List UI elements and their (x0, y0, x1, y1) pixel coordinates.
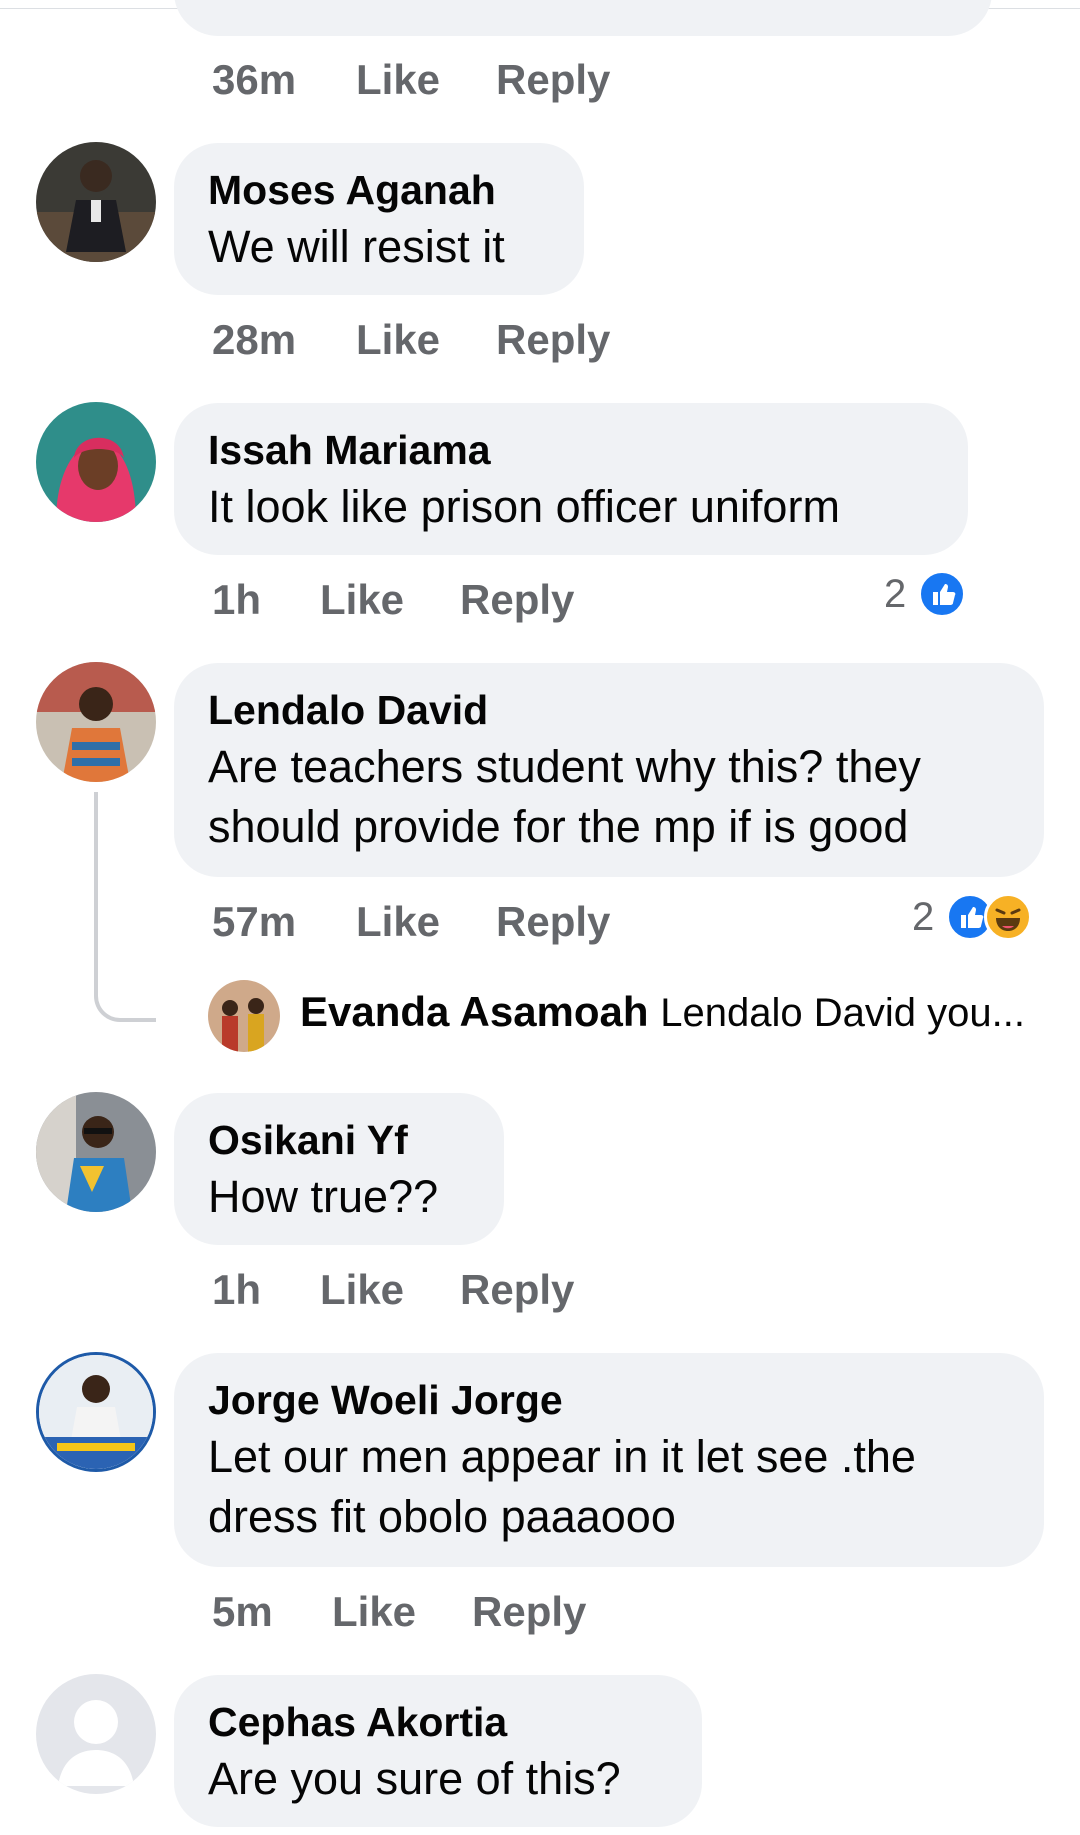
reply-button[interactable]: Reply (496, 56, 610, 104)
comment-time[interactable]: 28m (212, 316, 296, 364)
comment-time[interactable]: 57m (212, 898, 296, 946)
comment-author[interactable]: Issah Mariama (208, 425, 934, 475)
comment-time[interactable]: 1h (212, 1266, 261, 1314)
comment-text: Are you sure of this? (208, 1753, 621, 1804)
reply-preview[interactable]: Evanda Asamoah Lendalo David you... (208, 980, 1025, 1058)
comment-time[interactable]: 5m (212, 1588, 273, 1636)
comment-text: Are teachers student why this? they shou… (208, 741, 921, 852)
reaction-count: 2 (912, 895, 935, 939)
comment-bubble[interactable]: Moses Aganah We will resist it (174, 143, 584, 295)
comment-actions: 28m Like Reply (212, 316, 712, 376)
comment-author[interactable]: Cephas Akortia (208, 1697, 668, 1747)
reply-thread-line (94, 792, 156, 1022)
like-button[interactable]: Like (356, 898, 440, 946)
comment-bubble[interactable]: Issah Mariama It look like prison office… (174, 403, 968, 555)
avatar[interactable] (36, 402, 156, 522)
reply-button[interactable]: Reply (496, 898, 610, 946)
comment-author[interactable]: Osikani Yf (208, 1115, 470, 1165)
comment-bubble[interactable]: Cephas Akortia Are you sure of this? (174, 1675, 702, 1827)
comment-bubble-partial[interactable] (174, 0, 992, 36)
reply-snippet: Lendalo David you... (660, 991, 1025, 1035)
comment-actions: 1h Like Reply (212, 576, 712, 636)
comment-actions: 5m Like Reply (212, 1588, 712, 1648)
like-button[interactable]: Like (320, 576, 404, 624)
like-reaction-icon (918, 570, 966, 618)
comment-actions: 36m Like Reply (212, 56, 712, 116)
like-button[interactable]: Like (356, 56, 440, 104)
reaction-summary[interactable]: 2 (880, 570, 980, 622)
comment-text: Let our men appear in it let see .the dr… (208, 1431, 916, 1542)
like-button[interactable]: Like (356, 316, 440, 364)
comment-text: We will resist it (208, 221, 505, 272)
avatar[interactable] (208, 980, 280, 1052)
reaction-count: 2 (884, 572, 907, 616)
reply-button[interactable]: Reply (472, 1588, 586, 1636)
comment-text: How true?? (208, 1171, 439, 1222)
avatar[interactable] (36, 662, 156, 782)
comment-bubble[interactable]: Jorge Woeli Jorge Let our men appear in … (174, 1353, 1044, 1567)
comment-text: It look like prison officer uniform (208, 481, 840, 532)
comment-author[interactable]: Jorge Woeli Jorge (208, 1375, 1010, 1425)
comment-bubble[interactable]: Lendalo David Are teachers student why t… (174, 663, 1044, 877)
avatar[interactable] (36, 142, 156, 262)
comment-author[interactable]: Moses Aganah (208, 165, 550, 215)
reaction-summary[interactable]: 2 (910, 893, 1050, 945)
reply-button[interactable]: Reply (496, 316, 610, 364)
reply-button[interactable]: Reply (460, 1266, 574, 1314)
comment-time[interactable]: 1h (212, 576, 261, 624)
default-avatar-icon[interactable] (36, 1674, 156, 1794)
avatar[interactable] (36, 1352, 156, 1472)
like-button[interactable]: Like (320, 1266, 404, 1314)
comment-author[interactable]: Lendalo David (208, 685, 1010, 735)
like-button[interactable]: Like (332, 1588, 416, 1636)
comment-actions: 57m Like Reply (212, 898, 712, 958)
comment-time[interactable]: 36m (212, 56, 296, 104)
reply-button[interactable]: Reply (460, 576, 574, 624)
avatar[interactable] (36, 1092, 156, 1212)
haha-reaction-icon (984, 893, 1032, 941)
comment-actions: 1h Like Reply (212, 1266, 712, 1326)
comment-bubble[interactable]: Osikani Yf How true?? (174, 1093, 504, 1245)
reply-author[interactable]: Evanda Asamoah (300, 988, 649, 1035)
